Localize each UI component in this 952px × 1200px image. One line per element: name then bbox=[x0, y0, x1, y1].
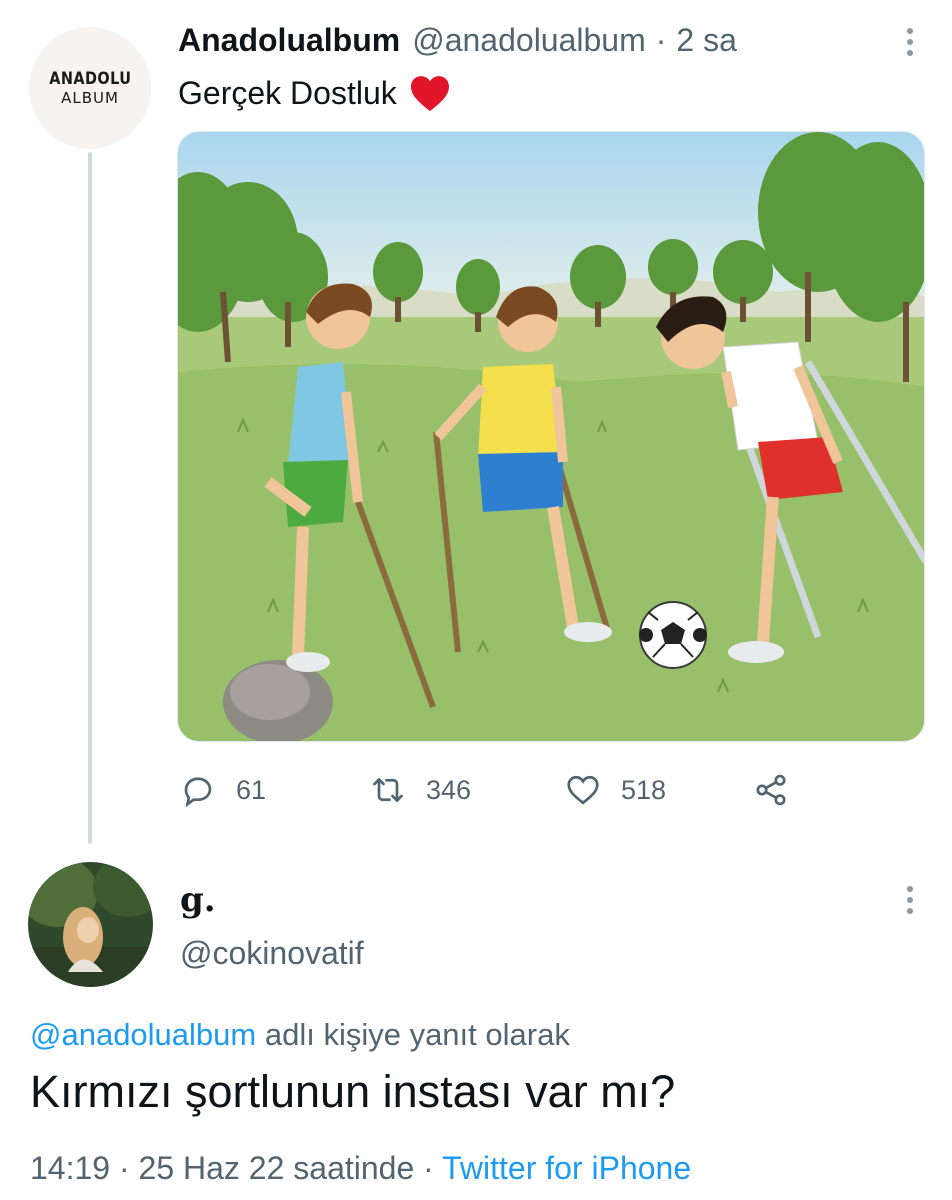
like-button[interactable]: 518 bbox=[565, 770, 666, 810]
tweet-header: Anadolualbum @anadolualbum · 2 sa bbox=[178, 22, 922, 64]
reply-display-name[interactable]: g. bbox=[180, 880, 216, 920]
retweet-icon bbox=[373, 778, 403, 802]
reply-source-link[interactable]: Twitter for iPhone bbox=[442, 1150, 691, 1186]
reply-time[interactable]: 14:19 bbox=[30, 1150, 110, 1186]
thread-connector-line bbox=[88, 152, 92, 844]
reply-count: 61 bbox=[236, 774, 267, 805]
avatar-logo-line1: ANADOLU bbox=[48, 69, 132, 89]
user-handle[interactable]: @anadolualbum bbox=[412, 22, 646, 59]
reply-tweet-text: Kırmızı şortlunun instası var mı? bbox=[30, 1066, 676, 1117]
meta-separator: · bbox=[110, 1150, 139, 1186]
retweet-button[interactable]: 346 bbox=[370, 770, 471, 810]
reply-user-handle[interactable]: @cokinovatif bbox=[180, 935, 364, 972]
reply-icon bbox=[184, 777, 212, 808]
share-icon bbox=[756, 774, 786, 806]
reply-to-suffix: adlı kişiye yanıt olarak bbox=[256, 1017, 570, 1052]
reply-avatar-photo bbox=[28, 862, 153, 987]
like-count: 518 bbox=[621, 774, 667, 805]
tweet-timestamp[interactable]: 2 sa bbox=[676, 22, 736, 59]
retweet-count: 346 bbox=[426, 774, 472, 805]
tweet-text: Gerçek Dostluk bbox=[178, 74, 451, 112]
like-icon bbox=[567, 775, 599, 805]
share-button[interactable] bbox=[753, 770, 789, 810]
reply-date[interactable]: 25 Haz 22 saatinde bbox=[139, 1150, 415, 1186]
tweet-text-content: Gerçek Dostluk bbox=[178, 74, 397, 111]
meta-separator: · bbox=[414, 1150, 443, 1186]
avatar[interactable]: ANADOLU ALBUM bbox=[29, 27, 151, 149]
display-name[interactable]: Anadolualbum bbox=[178, 22, 400, 59]
reply-meta: 14:19 · 25 Haz 22 saatinde · Twitter for… bbox=[30, 1150, 691, 1187]
red-heart-icon bbox=[410, 76, 449, 112]
more-options-icon[interactable] bbox=[906, 28, 914, 56]
avatar-logo-line2: ALBUM bbox=[61, 89, 119, 107]
reply-to-mention-link[interactable]: @anadolualbum bbox=[30, 1017, 256, 1052]
tweet-media-image[interactable] bbox=[177, 131, 925, 742]
reply-button[interactable]: 61 bbox=[180, 770, 266, 810]
tweet-action-bar: 61 346 518 bbox=[180, 770, 820, 810]
illustration bbox=[178, 132, 924, 741]
reply-avatar[interactable] bbox=[28, 862, 153, 987]
replying-to-line: @anadolualbum adlı kişiye yanıt olarak bbox=[30, 1017, 570, 1053]
reply-more-options-icon[interactable] bbox=[906, 886, 914, 914]
separator-dot: · bbox=[655, 22, 667, 58]
